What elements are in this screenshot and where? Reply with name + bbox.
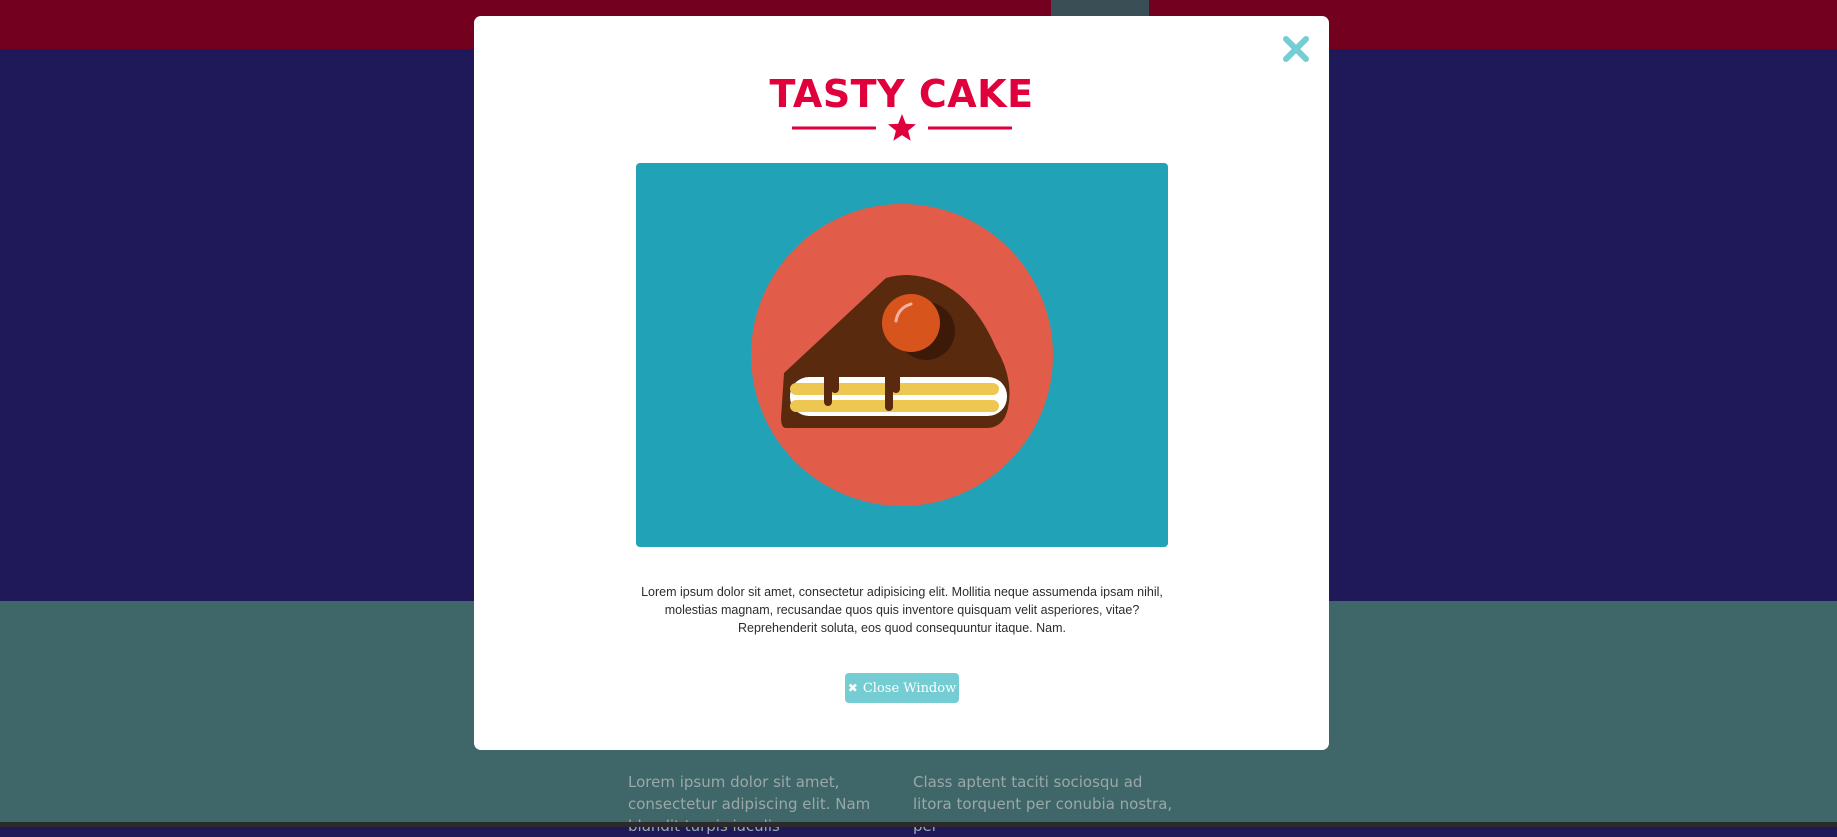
background-text-column: Lorem ipsum dolor sit amet, consectetur … xyxy=(628,773,871,835)
close-window-label: Close Window xyxy=(862,680,957,696)
star-divider xyxy=(792,112,1012,142)
background-footer-strip xyxy=(0,822,1837,827)
star-icon xyxy=(888,114,916,141)
modal-image xyxy=(636,163,1168,547)
close-icon: ✖ xyxy=(847,681,858,695)
modal-title: TASTY CAKE xyxy=(769,72,1034,116)
close-window-button[interactable]: ✖ Close Window xyxy=(845,673,959,703)
portfolio-modal: TASTY CAKE Lorem ipsum dolor sit amet, c… xyxy=(474,16,1329,750)
close-icon[interactable] xyxy=(1279,32,1313,66)
background-text-column: Class aptent taciti sociosqu ad litora t… xyxy=(913,773,1173,835)
cake-slice-icon xyxy=(751,204,1053,506)
modal-description: Lorem ipsum dolor sit amet, consectetur … xyxy=(641,585,1163,635)
